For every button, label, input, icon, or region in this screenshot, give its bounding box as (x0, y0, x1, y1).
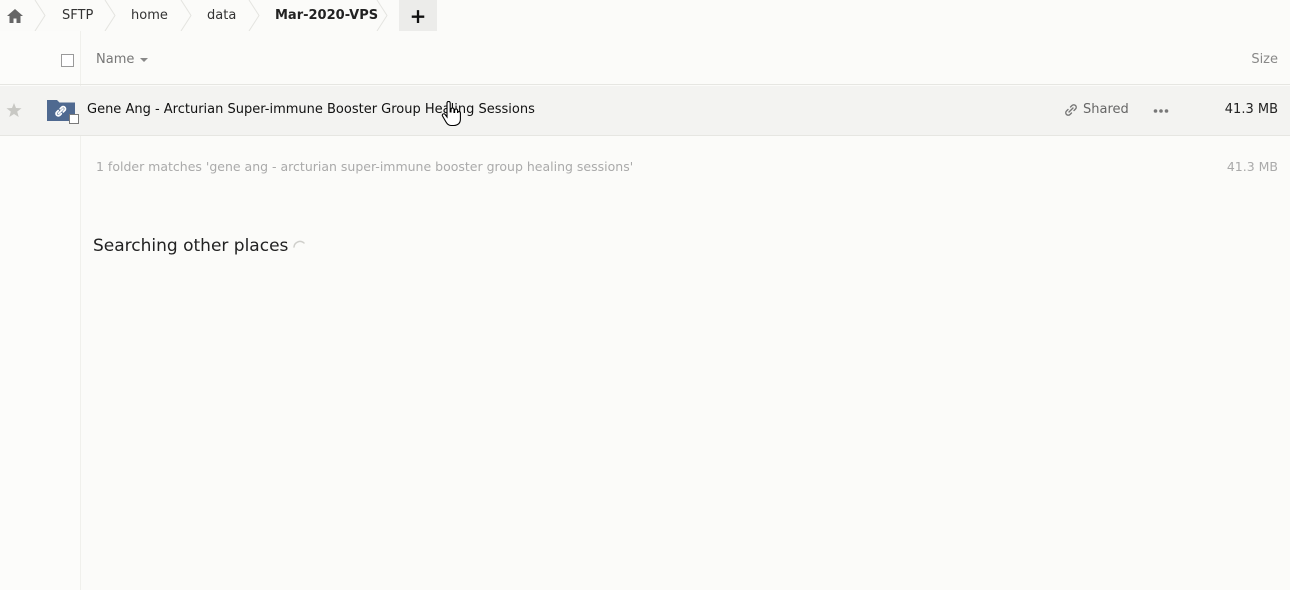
select-all-checkbox[interactable] (61, 54, 74, 67)
shared-label: Shared (1083, 102, 1129, 117)
breadcrumb-item-sftp[interactable]: SFTP (62, 0, 93, 31)
loading-spinner-icon (293, 240, 305, 248)
more-options-icon[interactable] (1153, 108, 1169, 114)
star-icon[interactable] (6, 102, 22, 118)
breadcrumb-label: Mar-2020-VPS (275, 8, 379, 23)
plus-icon: + (409, 3, 427, 28)
summary-size: 41.3 MB (1226, 159, 1278, 174)
sort-caret-icon[interactable] (140, 58, 148, 62)
breadcrumb-item-home[interactable]: home (131, 0, 168, 31)
breadcrumb-label: data (207, 8, 237, 23)
home-icon (7, 8, 23, 23)
breadcrumb-label: home (131, 8, 168, 23)
shared-folder-icon[interactable] (46, 97, 80, 125)
search-summary: 1 folder matches 'gene ang - arcturian s… (96, 159, 634, 174)
file-list-header: Name Size (0, 38, 1290, 85)
new-item-button[interactable]: + (399, 0, 437, 31)
breadcrumb-item-current[interactable]: Mar-2020-VPS (275, 0, 378, 31)
breadcrumb-separator (376, 0, 388, 31)
size-column-header[interactable]: Size (1251, 52, 1278, 67)
file-size: 41.3 MB (1224, 102, 1278, 117)
breadcrumb-separator (248, 0, 260, 31)
breadcrumb-label: SFTP (62, 8, 94, 23)
share-button[interactable]: Shared (1064, 102, 1129, 117)
breadcrumb: SFTP home data Mar-2020-VPS + (0, 0, 1290, 31)
breadcrumb-separator (180, 0, 192, 31)
files-app: SFTP home data Mar-2020-VPS + Name Size (0, 0, 1290, 590)
breadcrumb-item-data[interactable]: data (207, 0, 236, 31)
link-icon (1065, 103, 1077, 116)
file-row[interactable]: Gene Ang - Arcturian Super-immune Booste… (0, 86, 1290, 136)
searching-other-places-heading: Searching other places (93, 236, 289, 256)
hand-cursor-icon (441, 101, 461, 127)
breadcrumb-home[interactable] (0, 0, 30, 31)
breadcrumb-separator (104, 0, 116, 31)
file-name[interactable]: Gene Ang - Arcturian Super-immune Booste… (87, 102, 535, 117)
breadcrumb-separator (34, 0, 46, 31)
name-column-header[interactable]: Name (96, 52, 134, 67)
